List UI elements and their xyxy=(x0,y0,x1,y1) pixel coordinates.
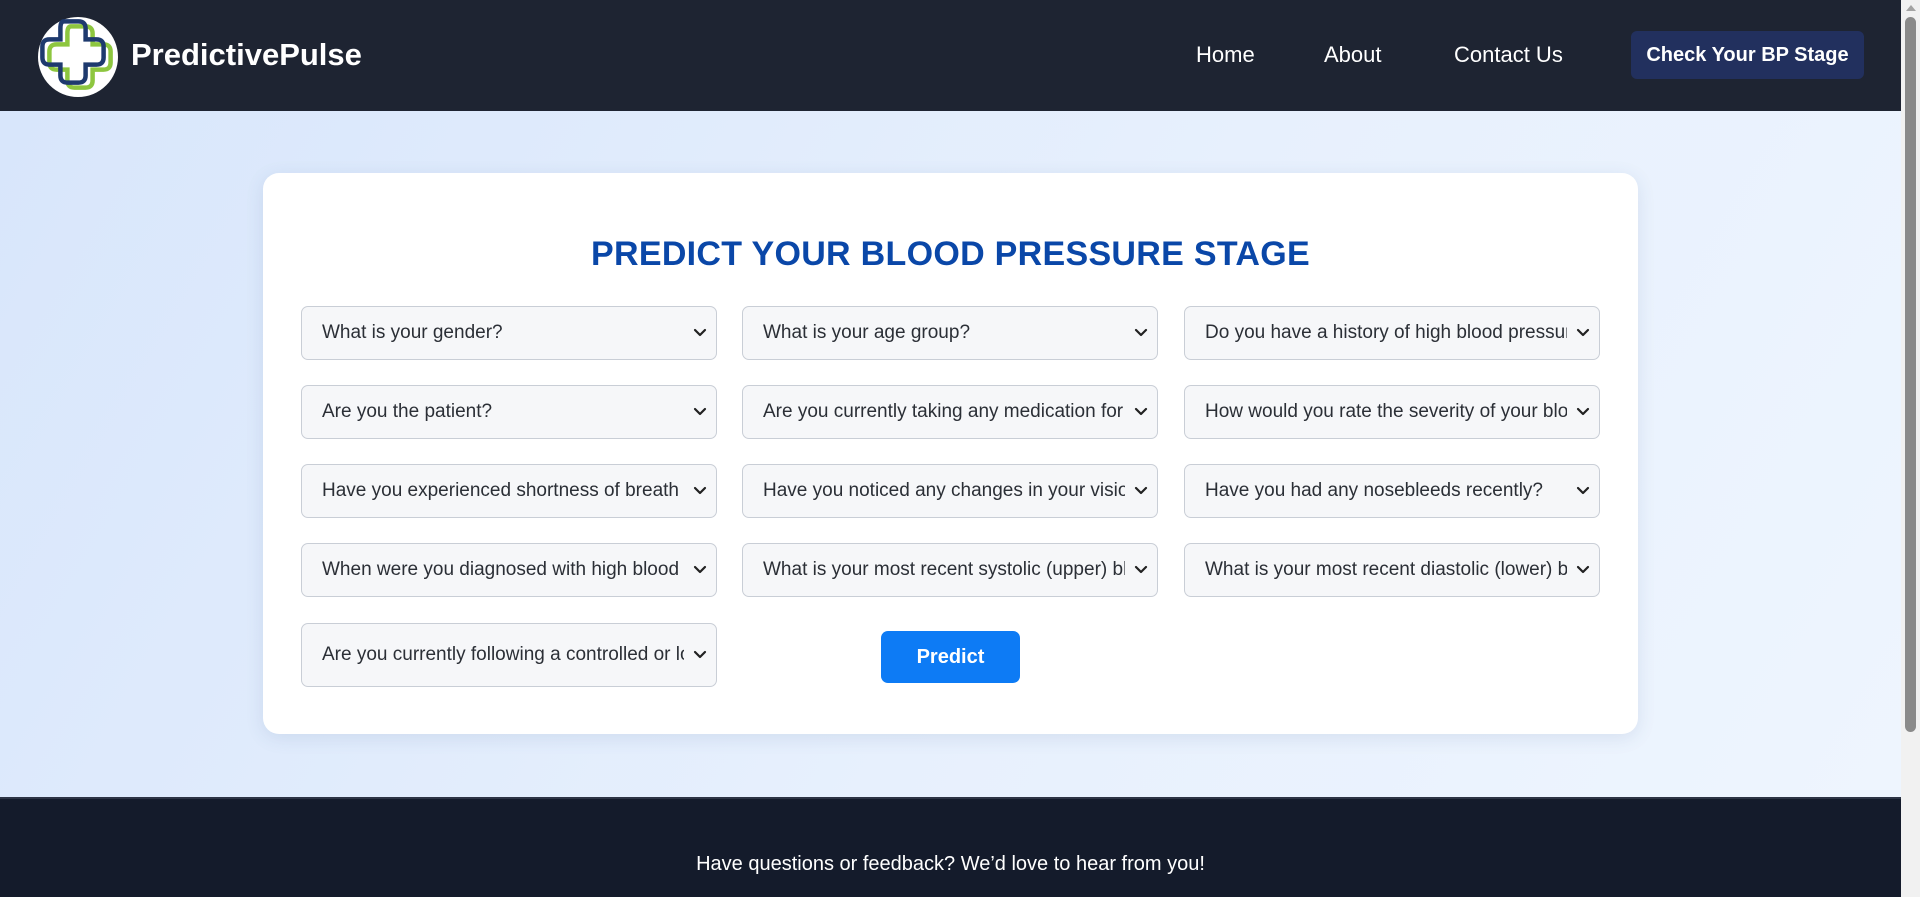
nav-about-link[interactable]: About xyxy=(1324,40,1382,70)
chevron-down-icon xyxy=(1576,565,1590,574)
gender-select[interactable]: What is your gender? xyxy=(301,306,717,360)
systolic-select[interactable]: What is your most recent systolic (upper… xyxy=(742,543,1158,597)
prediction-form-card: PREDICT YOUR BLOOD PRESSURE STAGE What i… xyxy=(263,173,1638,734)
select-value: Have you experienced shortness of breath… xyxy=(322,480,684,501)
scrollbar-thumb[interactable] xyxy=(1905,17,1916,732)
chevron-down-icon xyxy=(693,407,707,416)
medication-select[interactable]: Are you currently taking any medication … xyxy=(742,385,1158,439)
shortness-of-breath-select[interactable]: Have you experienced shortness of breath… xyxy=(301,464,717,518)
vision-changes-select[interactable]: Have you noticed any changes in your vis… xyxy=(742,464,1158,518)
footer: Have questions or feedback? We’d love to… xyxy=(0,797,1901,897)
age-group-select[interactable]: What is your age group? xyxy=(742,306,1158,360)
check-bp-stage-button[interactable]: Check Your BP Stage xyxy=(1631,31,1864,79)
nav-contact-link[interactable]: Contact Us xyxy=(1454,40,1563,70)
diet-select[interactable]: Are you currently following a controlled… xyxy=(301,623,717,687)
chevron-down-icon xyxy=(1576,407,1590,416)
severity-select[interactable]: How would you rate the severity of your … xyxy=(1184,385,1600,439)
select-value: Have you noticed any changes in your vis… xyxy=(763,480,1125,501)
select-value: Do you have a history of high blood pres… xyxy=(1205,322,1567,343)
select-value: Are you currently following a controlled… xyxy=(322,644,684,665)
nosebleeds-select[interactable]: Have you had any nosebleeds recently? xyxy=(1184,464,1600,518)
nav-home-link[interactable]: Home xyxy=(1196,40,1255,70)
chevron-down-icon xyxy=(1576,486,1590,495)
footer-text: Have questions or feedback? We’d love to… xyxy=(696,853,1205,875)
select-value: Are you the patient? xyxy=(322,401,493,422)
history-select[interactable]: Do you have a history of high blood pres… xyxy=(1184,306,1600,360)
medical-cross-icon xyxy=(40,19,113,90)
diastolic-select[interactable]: What is your most recent diastolic (lowe… xyxy=(1184,543,1600,597)
chevron-down-icon xyxy=(1134,486,1148,495)
select-value: Are you currently taking any medication … xyxy=(763,401,1125,422)
vertical-scrollbar[interactable] xyxy=(1901,0,1920,897)
main-section: PREDICT YOUR BLOOD PRESSURE STAGE What i… xyxy=(0,111,1901,797)
scroll-up-arrow-icon[interactable] xyxy=(1906,5,1916,11)
form-title: PREDICT YOUR BLOOD PRESSURE STAGE xyxy=(591,235,1310,273)
patient-select[interactable]: Are you the patient? xyxy=(301,385,717,439)
chevron-down-icon xyxy=(1134,328,1148,337)
predict-button[interactable]: Predict xyxy=(881,631,1020,683)
chevron-down-icon xyxy=(1576,328,1590,337)
select-value: What is your gender? xyxy=(322,322,503,343)
diagnosis-time-select[interactable]: When were you diagnosed with high blood … xyxy=(301,543,717,597)
select-value: What is your most recent systolic (upper… xyxy=(763,559,1125,580)
chevron-down-icon xyxy=(693,650,707,659)
brand-name[interactable]: PredictivePulse xyxy=(131,36,362,74)
chevron-down-icon xyxy=(693,328,707,337)
select-value: How would you rate the severity of your … xyxy=(1205,401,1567,422)
navbar: PredictivePulse Home About Contact Us Ch… xyxy=(0,0,1901,111)
select-value: What is your age group? xyxy=(763,322,971,343)
chevron-down-icon xyxy=(1134,565,1148,574)
chevron-down-icon xyxy=(693,486,707,495)
chevron-down-icon xyxy=(693,565,707,574)
logo[interactable] xyxy=(38,17,118,97)
select-value: When were you diagnosed with high blood … xyxy=(322,559,684,580)
select-value: Have you had any nosebleeds recently? xyxy=(1205,480,1544,501)
chevron-down-icon xyxy=(1134,407,1148,416)
select-value: What is your most recent diastolic (lowe… xyxy=(1205,559,1567,580)
